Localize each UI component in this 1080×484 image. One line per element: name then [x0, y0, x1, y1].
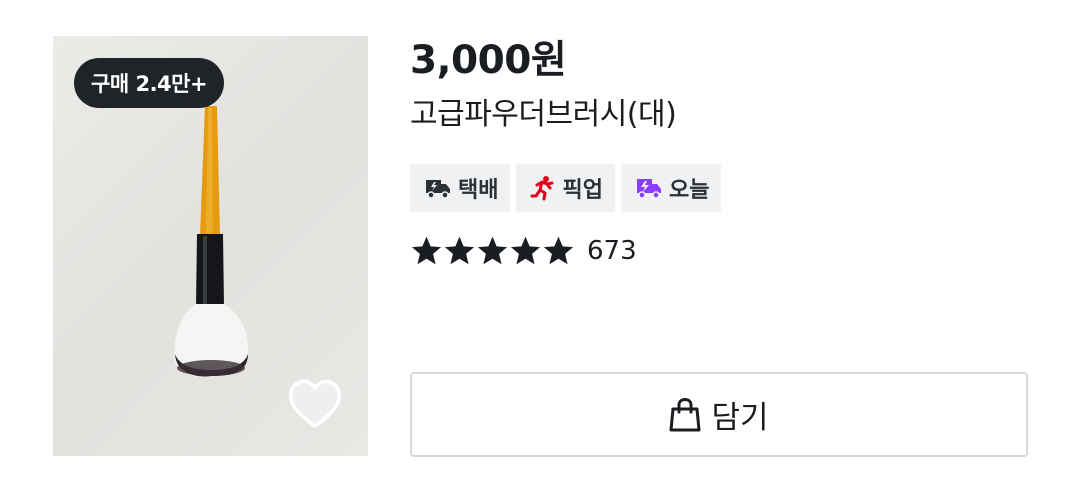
rating: 673 [410, 234, 637, 268]
rating-stars [410, 234, 575, 268]
delivery-tags: 택배 픽업 오늘 [410, 164, 722, 212]
star-icon [477, 236, 508, 265]
product-image[interactable]: 구매 2.4만+ [53, 36, 368, 456]
running-person-icon [530, 176, 554, 201]
star-icon [543, 236, 574, 265]
tag-today-label: 오늘 [668, 178, 710, 203]
wishlist-heart-icon[interactable] [285, 374, 345, 434]
add-to-cart-label: 담기 [711, 400, 769, 436]
product-name[interactable]: 고급파우더브러시(대) [410, 95, 677, 135]
tag-pickup-label: 픽업 [562, 178, 603, 203]
add-to-cart-button[interactable]: 담기 [410, 372, 1028, 457]
tag-delivery: 택배 [410, 164, 511, 212]
shopping-bag-icon [669, 397, 701, 431]
tag-today: 오늘 [620, 164, 722, 212]
star-icon [510, 236, 541, 265]
product-price: 3,000원 [410, 38, 567, 83]
review-count: 673 [587, 236, 637, 266]
star-icon [444, 236, 475, 265]
tag-delivery-label: 택배 [458, 178, 499, 203]
star-icon [411, 236, 442, 265]
purchase-count-badge: 구매 2.4만+ [74, 58, 225, 108]
fast-delivery-icon [636, 179, 661, 199]
tag-pickup: 픽업 [516, 164, 615, 212]
delivery-truck-icon [426, 180, 450, 199]
